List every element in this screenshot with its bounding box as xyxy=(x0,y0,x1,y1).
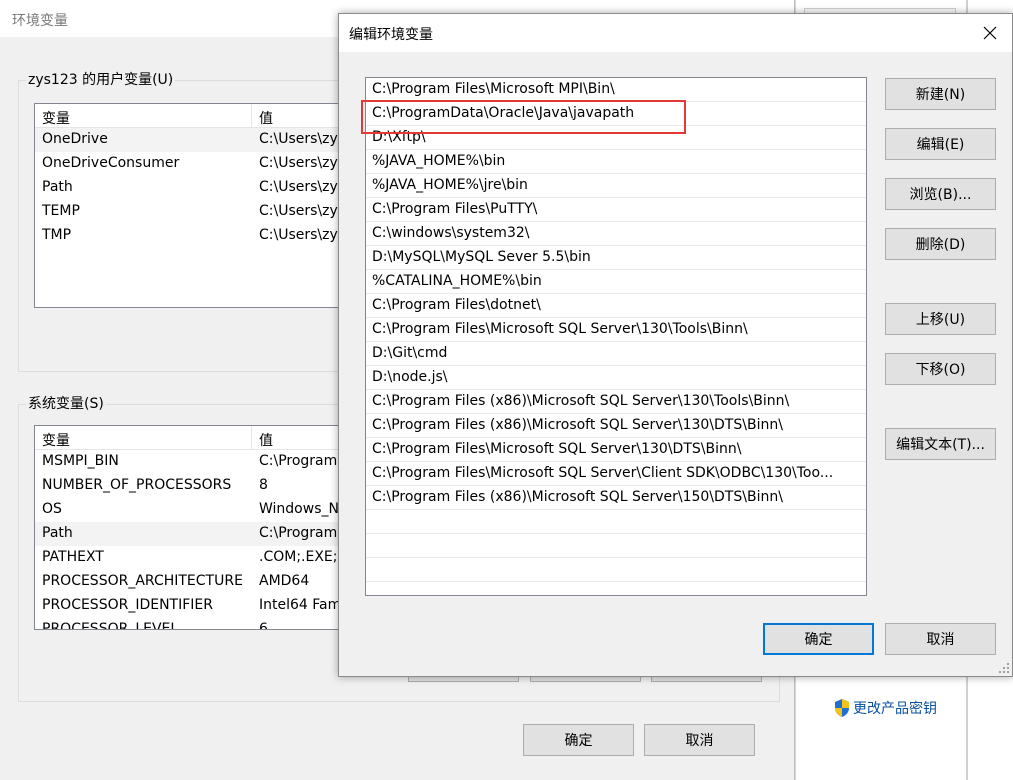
table-row[interactable]: PROCESSOR_IDENTIFIER Intel64 Fam xyxy=(35,594,363,618)
list-item[interactable]: %CATALINA_HOME%\bin xyxy=(366,270,866,294)
list-item[interactable]: C:\Program Files (x86)\Microsoft SQL Ser… xyxy=(366,486,866,510)
list-item[interactable]: %JAVA_HOME%\jre\bin xyxy=(366,174,866,198)
browse-button[interactable]: 浏览(B)... xyxy=(885,178,996,210)
table-row[interactable]: OneDriveConsumer C:\Users\zy xyxy=(35,152,363,176)
system-variables-label: 系统变量(S) xyxy=(26,393,106,413)
list-item[interactable]: C:\ProgramData\Oracle\Java\javapath xyxy=(366,102,866,126)
table-row[interactable]: MSMPI_BIN C:\Program xyxy=(35,450,363,474)
table-row[interactable]: PROCESSOR_LEVEL 6 xyxy=(35,618,363,629)
column-header-name[interactable]: 变量 xyxy=(42,108,70,128)
column-header-value[interactable]: 值 xyxy=(259,108,273,128)
edit-environment-variable-dialog: 编辑环境变量 C:\Program Files\Microsoft MPI\Bi… xyxy=(338,13,1013,677)
table-row[interactable]: Path C:\Users\zy xyxy=(35,176,363,200)
list-header: 变量 值 xyxy=(35,104,363,128)
edit-button[interactable]: 编辑(E) xyxy=(885,128,996,160)
new-button[interactable]: 新建(N) xyxy=(885,78,996,110)
table-row[interactable]: PROCESSOR_ARCHITECTURE AMD64 xyxy=(35,570,363,594)
user-variables-label: zys123 的用户变量(U) xyxy=(26,69,176,89)
column-header-value[interactable]: 值 xyxy=(259,430,273,450)
dialog-ok-button[interactable]: 确定 xyxy=(763,623,874,655)
resize-grip-icon[interactable] xyxy=(998,662,1010,674)
list-item[interactable]: C:\windows\system32\ xyxy=(366,222,866,246)
list-item[interactable]: C:\Program Files\PuTTY\ xyxy=(366,198,866,222)
list-item[interactable]: C:\Program Files\dotnet\ xyxy=(366,294,866,318)
user-variables-list[interactable]: 变量 值 OneDrive C:\Users\zy OneDriveConsume… xyxy=(34,103,364,308)
dialog-titlebar[interactable]: 编辑环境变量 xyxy=(339,14,1012,52)
move-down-button[interactable]: 下移(O) xyxy=(885,353,996,385)
change-product-key-link[interactable]: 更改产品密钥 xyxy=(833,698,937,718)
product-key-label: 更改产品密钥 xyxy=(853,701,937,717)
list-item[interactable]: C:\Program Files\Microsoft SQL Server\13… xyxy=(366,318,866,342)
dialog-title: 编辑环境变量 xyxy=(349,27,433,43)
list-header: 变量 值 xyxy=(35,426,363,450)
list-item[interactable]: D:\node.js\ xyxy=(366,366,866,390)
list-item[interactable]: C:\Program Files (x86)\Microsoft SQL Ser… xyxy=(366,414,866,438)
move-up-button[interactable]: 上移(U) xyxy=(885,303,996,335)
list-item-empty[interactable] xyxy=(366,534,866,558)
shield-icon xyxy=(835,699,849,717)
cancel-button[interactable]: 取消 xyxy=(644,724,755,756)
table-row[interactable]: TEMP C:\Users\zy xyxy=(35,200,363,224)
path-list[interactable]: C:\Program Files\Microsoft MPI\Bin\ C:\P… xyxy=(365,77,867,596)
column-header-name[interactable]: 变量 xyxy=(42,430,70,450)
table-row[interactable]: NUMBER_OF_PROCESSORS 8 xyxy=(35,474,363,498)
table-row[interactable]: TMP C:\Users\zy xyxy=(35,224,363,248)
delete-button[interactable]: 删除(D) xyxy=(885,228,996,260)
list-item-empty[interactable] xyxy=(366,558,866,582)
close-icon xyxy=(983,26,997,40)
list-item[interactable]: D:\Git\cmd xyxy=(366,342,866,366)
list-item[interactable]: C:\Program Files\Microsoft SQL Server\13… xyxy=(366,438,866,462)
ok-button[interactable]: 确定 xyxy=(523,724,634,756)
table-row[interactable]: OS Windows_N xyxy=(35,498,363,522)
close-button[interactable] xyxy=(968,14,1012,52)
list-item[interactable]: %JAVA_HOME%\bin xyxy=(366,150,866,174)
dialog-cancel-button[interactable]: 取消 xyxy=(885,623,996,655)
table-row[interactable]: OneDrive C:\Users\zy xyxy=(35,128,363,152)
list-item[interactable]: C:\Program Files\Microsoft SQL Server\Cl… xyxy=(366,462,866,486)
list-item[interactable]: D:\MySQL\MySQL Sever 5.5\bin xyxy=(366,246,866,270)
list-item-empty[interactable] xyxy=(366,510,866,534)
table-row[interactable]: Path C:\Program xyxy=(35,522,363,546)
list-item[interactable]: C:\Program Files\Microsoft MPI\Bin\ xyxy=(366,78,866,102)
table-row[interactable]: PATHEXT .COM;.EXE; xyxy=(35,546,363,570)
list-item[interactable]: D:\Xftp\ xyxy=(366,126,866,150)
list-item[interactable]: C:\Program Files (x86)\Microsoft SQL Ser… xyxy=(366,390,866,414)
edit-text-button[interactable]: 编辑文本(T)... xyxy=(885,428,996,460)
system-variables-list[interactable]: 变量 值 MSMPI_BIN C:\Program NUMBER_OF_PROCE… xyxy=(34,425,364,630)
